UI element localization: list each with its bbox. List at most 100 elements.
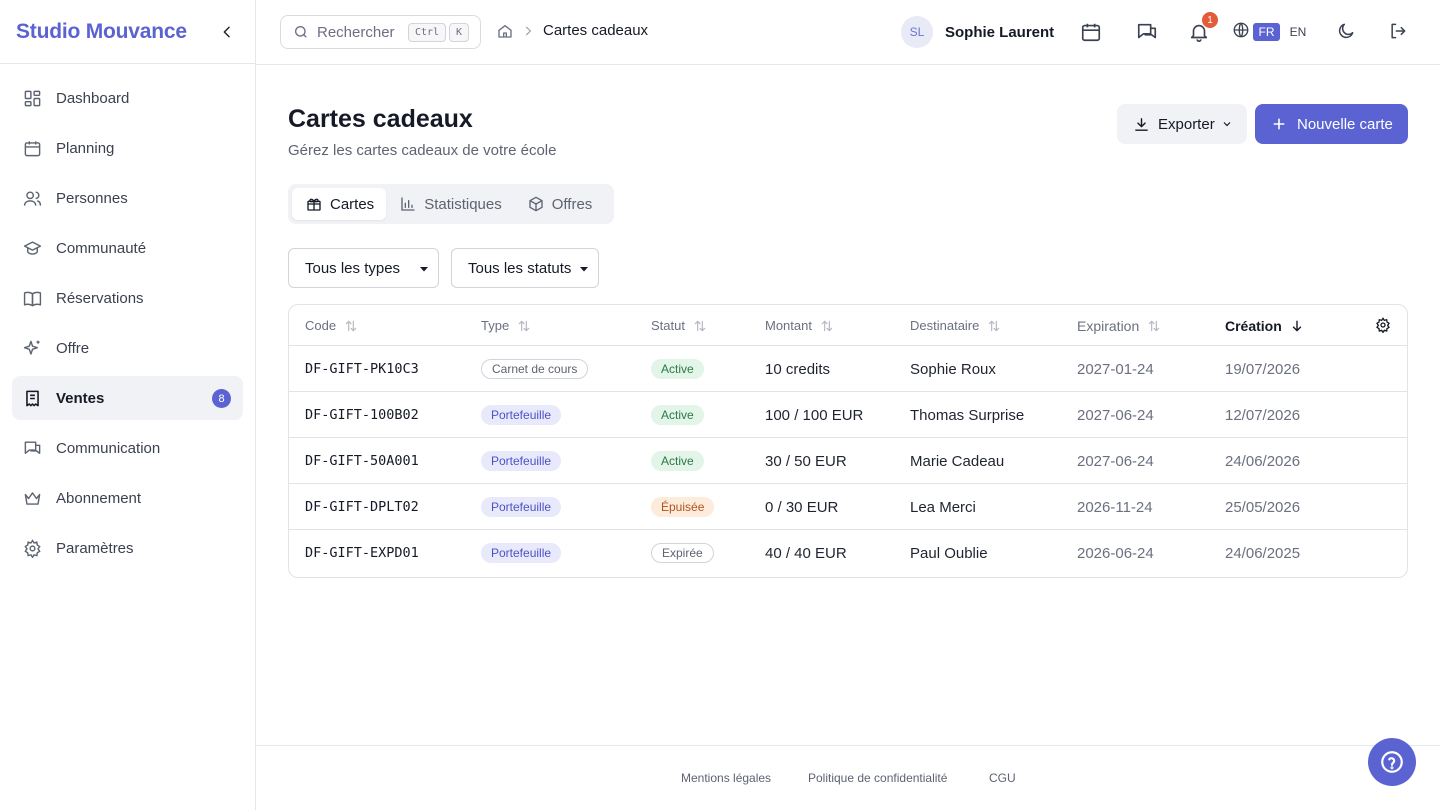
terms-link[interactable]: CGU bbox=[989, 771, 1016, 785]
tabs: Cartes Statistiques Offres bbox=[288, 184, 614, 224]
breadcrumb: Cartes cadeaux bbox=[497, 22, 648, 39]
cell-amount: 30 / 50 EUR bbox=[765, 452, 847, 470]
lang-en-button[interactable]: EN bbox=[1286, 23, 1310, 41]
cell-creation: 25/05/2026 bbox=[1225, 498, 1301, 516]
sidebar-item-abonnement[interactable]: Abonnement bbox=[12, 476, 243, 520]
user-menu[interactable]: SL Sophie Laurent bbox=[901, 16, 1054, 48]
column-header-code[interactable]: Code bbox=[305, 318, 358, 333]
sidebar-item-parametres[interactable]: Paramètres bbox=[12, 526, 243, 570]
dashboard-icon bbox=[22, 88, 42, 108]
cell-code: DF-GIFT-100B02 bbox=[305, 407, 419, 423]
book-icon bbox=[22, 288, 42, 308]
brand-name[interactable]: Studio Mouvance bbox=[16, 20, 187, 44]
topbar: Rechercher Ctrl K Cartes cadeaux SL Soph… bbox=[256, 0, 1440, 65]
sidebar-item-planning[interactable]: Planning bbox=[12, 126, 243, 170]
cell-code: DF-GIFT-50A001 bbox=[305, 453, 419, 469]
chevron-right-icon bbox=[521, 24, 535, 38]
type-filter-select[interactable]: Tous les types bbox=[288, 248, 439, 288]
user-name: Sophie Laurent bbox=[945, 23, 1055, 41]
tab-label: Cartes bbox=[330, 195, 375, 213]
legal-link[interactable]: Mentions légales bbox=[681, 771, 771, 785]
sidebar-item-personnes[interactable]: Personnes bbox=[12, 176, 243, 220]
search-input[interactable]: Rechercher Ctrl K bbox=[280, 15, 481, 49]
type-filter-value: Tous les types bbox=[305, 259, 401, 277]
status-badge: Active bbox=[651, 405, 704, 425]
receipt-icon bbox=[22, 388, 42, 408]
table-settings-gear-icon[interactable] bbox=[1375, 317, 1391, 333]
sidebar-item-communication[interactable]: Communication bbox=[12, 426, 243, 470]
tab-cartes[interactable]: Cartes bbox=[292, 188, 387, 220]
help-icon bbox=[1381, 751, 1403, 773]
breadcrumb-current: Cartes cadeaux bbox=[543, 22, 649, 39]
sidebar-item-label: Abonnement bbox=[56, 489, 142, 507]
table-row[interactable]: DF-GIFT-PK10C3 Carnet de cours Active 10… bbox=[289, 346, 1407, 392]
cell-expiration: 2026-06-24 bbox=[1077, 544, 1154, 562]
sidebar-item-label: Réservations bbox=[56, 289, 144, 307]
column-header-creation[interactable]: Création bbox=[1225, 318, 1304, 334]
table-row[interactable]: DF-GIFT-50A001 Portefeuille Active 30 / … bbox=[289, 438, 1407, 484]
cell-expiration: 2027-06-24 bbox=[1077, 452, 1154, 470]
column-header-expiration[interactable]: Expiration bbox=[1077, 318, 1161, 334]
sidebar: Studio Mouvance Dashboard Planning Perso… bbox=[0, 0, 256, 810]
globe-icon[interactable] bbox=[1232, 21, 1250, 43]
cell-recipient: Paul Oublie bbox=[910, 544, 988, 562]
messages-icon[interactable] bbox=[1136, 21, 1158, 43]
logout-icon[interactable] bbox=[1388, 21, 1410, 43]
users-icon bbox=[22, 188, 42, 208]
help-button[interactable] bbox=[1368, 738, 1416, 786]
sidebar-item-label: Personnes bbox=[56, 189, 128, 207]
cell-expiration: 2027-06-24 bbox=[1077, 406, 1154, 424]
sidebar-item-ventes[interactable]: Ventes 8 bbox=[12, 376, 243, 420]
column-header-recipient[interactable]: Destinataire bbox=[910, 318, 1001, 333]
status-badge: Active bbox=[651, 451, 704, 471]
column-header-status[interactable]: Statut bbox=[651, 318, 707, 333]
sidebar-item-label: Paramètres bbox=[56, 539, 134, 557]
sidebar-header: Studio Mouvance bbox=[0, 0, 255, 64]
export-label: Exporter bbox=[1158, 115, 1215, 133]
calendar-icon[interactable] bbox=[1080, 21, 1102, 43]
tab-offres[interactable]: Offres bbox=[514, 188, 605, 220]
footer: Mentions légales Politique de confidenti… bbox=[256, 745, 1440, 810]
column-header-amount[interactable]: Montant bbox=[765, 318, 834, 333]
cell-recipient: Marie Cadeau bbox=[910, 452, 1005, 470]
column-header-label: Montant bbox=[765, 318, 812, 333]
column-header-type[interactable]: Type bbox=[481, 318, 531, 333]
table-row[interactable]: DF-GIFT-EXPD01 Portefeuille Expirée 40 /… bbox=[289, 530, 1407, 576]
cell-amount: 40 / 40 EUR bbox=[765, 544, 847, 562]
sidebar-item-offre[interactable]: Offre bbox=[12, 326, 243, 370]
cell-creation: 24/06/2026 bbox=[1225, 452, 1301, 470]
column-header-label: Destinataire bbox=[910, 318, 980, 333]
sort-icon bbox=[820, 319, 834, 333]
column-header-label: Type bbox=[481, 318, 510, 333]
sidebar-item-reservations[interactable]: Réservations bbox=[12, 276, 243, 320]
tab-statistiques[interactable]: Statistiques bbox=[386, 188, 514, 220]
sparkles-icon bbox=[22, 338, 42, 358]
sidebar-item-dashboard[interactable]: Dashboard bbox=[12, 76, 243, 120]
new-card-button[interactable]: Nouvelle carte bbox=[1255, 104, 1408, 144]
page-title: Cartes cadeaux bbox=[288, 105, 473, 133]
page-subtitle: Gérez les cartes cadeaux de votre école bbox=[288, 142, 557, 159]
privacy-link[interactable]: Politique de confidentialité bbox=[808, 771, 947, 785]
sidebar-item-label: Ventes bbox=[56, 389, 105, 407]
sidebar-item-communaute[interactable]: Communauté bbox=[12, 226, 243, 270]
type-badge: Carnet de cours bbox=[481, 359, 589, 379]
download-icon bbox=[1133, 116, 1150, 133]
chevron-down-icon bbox=[578, 263, 590, 275]
table-row[interactable]: DF-GIFT-100B02 Portefeuille Active 100 /… bbox=[289, 392, 1407, 438]
table-row[interactable]: DF-GIFT-DPLT02 Portefeuille Épuisée 0 / … bbox=[289, 484, 1407, 530]
column-header-label: Création bbox=[1225, 318, 1282, 334]
cell-recipient: Thomas Surprise bbox=[910, 406, 1025, 424]
home-icon[interactable] bbox=[497, 23, 513, 39]
lang-fr-button[interactable]: FR bbox=[1253, 23, 1280, 41]
export-button[interactable]: Exporter bbox=[1117, 104, 1247, 144]
cell-code: DF-GIFT-DPLT02 bbox=[305, 499, 419, 515]
moon-icon[interactable] bbox=[1336, 21, 1358, 43]
bar-chart-icon bbox=[400, 196, 416, 212]
column-header-label: Expiration bbox=[1077, 318, 1140, 334]
cell-amount: 0 / 30 EUR bbox=[765, 498, 839, 516]
cell-creation: 12/07/2026 bbox=[1225, 406, 1301, 424]
plus-icon bbox=[1271, 116, 1287, 132]
type-badge: Portefeuille bbox=[481, 497, 562, 517]
collapse-sidebar-button[interactable] bbox=[215, 20, 239, 44]
status-filter-select[interactable]: Tous les statuts bbox=[451, 248, 599, 288]
